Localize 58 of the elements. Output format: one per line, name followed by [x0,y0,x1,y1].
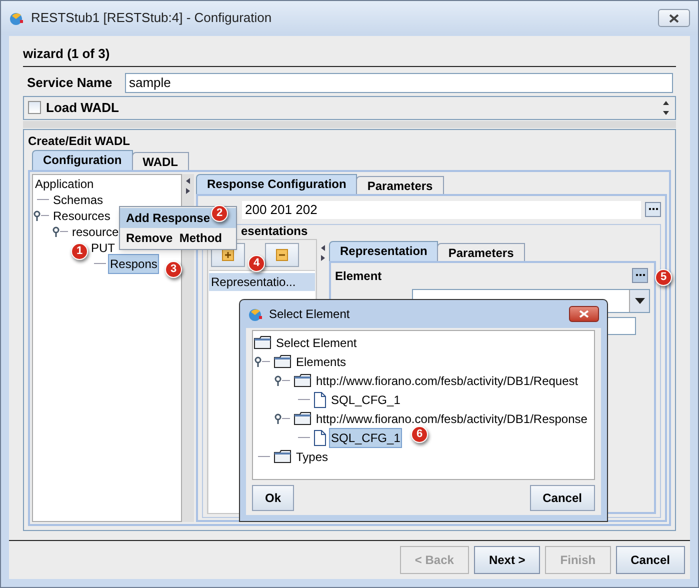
tree-handle-icon[interactable] [254,356,262,368]
tree-handle-icon[interactable] [274,412,282,424]
close-icon [669,14,679,22]
tree-handle-icon[interactable] [274,374,282,386]
service-name-field[interactable]: sample [125,72,673,92]
checkbox[interactable] [28,101,41,114]
tab[interactable]: Configuration [32,150,133,170]
folder-icon [274,355,291,368]
tree-item[interactable]: Select Element [274,332,359,352]
tab[interactable]: Parameters [437,242,525,260]
tab[interactable]: Parameters [356,176,444,194]
tree-item[interactable]: Respons [108,254,160,274]
close-button[interactable] [658,9,690,27]
browse-button[interactable] [632,268,648,283]
app-icon [248,306,264,322]
status-codes-field[interactable]: 200 201 202 [242,200,641,218]
folder-icon [294,374,311,387]
field-label: Service Name [27,74,114,92]
field-label: Element [335,268,383,284]
tree-item[interactable]: http://www.fiorano.com/fesb/activity/DB1/Response [314,408,590,428]
tab[interactable]: Response Configuration [196,174,358,194]
dropdown-arrow-icon [634,298,644,304]
folder-icon [294,412,311,425]
dialog-button[interactable]: Ok [252,485,294,511]
plus-icon [222,248,234,260]
list-item[interactable]: Representatio... [209,272,315,290]
tree-item[interactable]: http://www.fiorano.com/fesb/activity/DB1/Request [314,370,580,390]
minus-icon [276,248,288,260]
app-icon [9,10,25,26]
tree-item[interactable]: SQL_CFG_1 [329,428,402,448]
group-title: Create/Edit WADL [28,132,132,148]
splitter-arrows-icon[interactable] [320,242,326,262]
wizard-button[interactable]: Cancel [616,546,685,574]
document-icon [314,430,326,446]
checkbox-label: Load WADL [46,98,119,117]
tab[interactable]: WADL [132,152,189,170]
tree-item[interactable]: Types [294,446,330,466]
remove-button[interactable] [265,242,299,266]
dialog-title: Select Element [269,306,350,323]
tree-item[interactable]: SQL_CFG_1 [329,390,402,410]
menu-item[interactable]: Remove Method [120,228,236,248]
splitter-arrows-icon[interactable] [185,176,191,196]
window-title: RESTStub1 [RESTStub:4] - Configuration [31,9,272,28]
tree-item[interactable]: Elements [294,352,348,372]
document-icon [314,392,326,408]
wizard-step-title: wizard (1 of 3) [23,44,676,66]
tree-handle-icon[interactable] [52,226,60,238]
tab[interactable]: Representation [329,240,438,260]
folder-icon [254,336,271,349]
folder-icon [274,450,291,463]
close-icon [579,310,589,318]
ellipsis-icon [636,274,644,277]
browse-button[interactable] [645,202,661,217]
dialog-button[interactable]: Cancel [530,485,595,511]
tree-handle-icon[interactable] [33,210,41,222]
wizard-button[interactable]: Next > [474,546,540,574]
ellipsis-icon [648,208,658,211]
close-button[interactable] [569,306,599,322]
